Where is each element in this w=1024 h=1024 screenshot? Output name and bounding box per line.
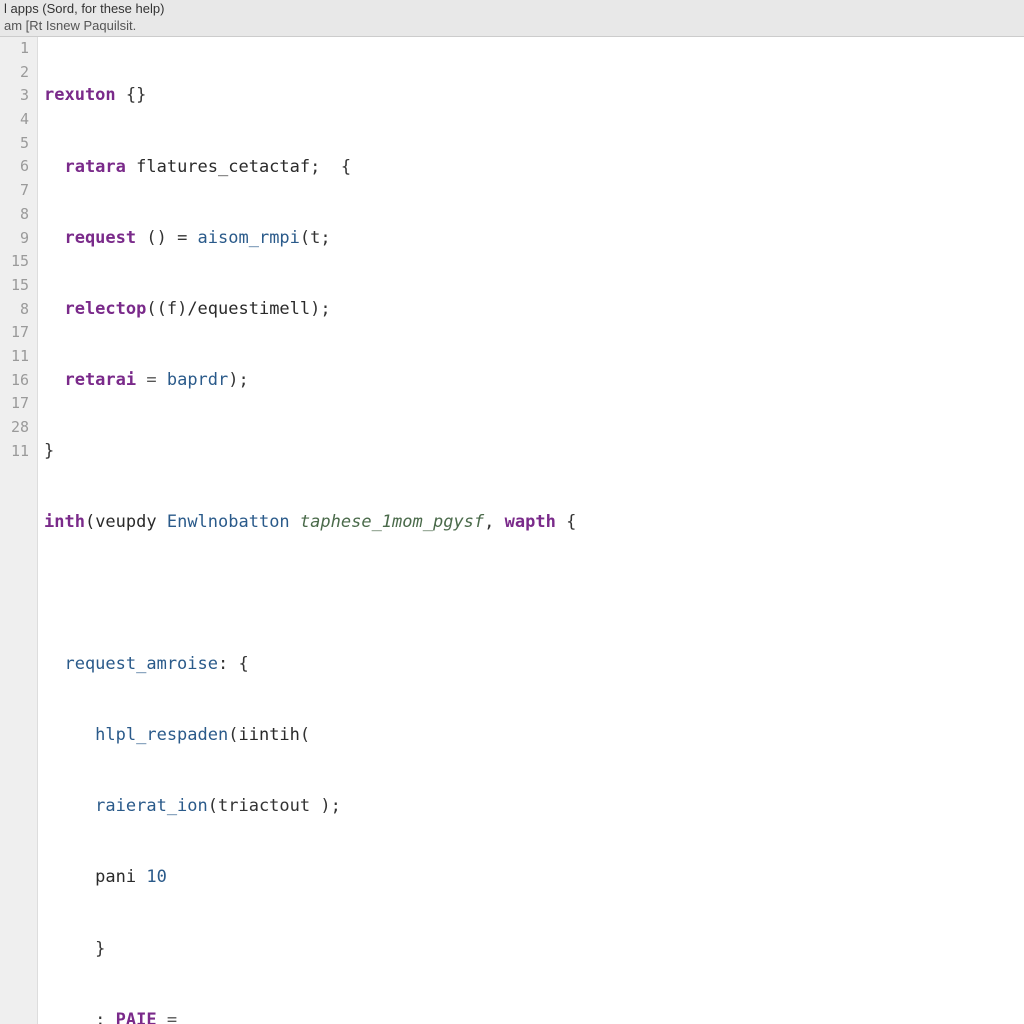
code-line[interactable]: request_amroise: { — [44, 653, 1024, 677]
editor-window: l apps (Sord, for these help) am [Rt Isn… — [0, 0, 1024, 1024]
token-punct: ( — [300, 725, 310, 745]
token-fn: baprdr — [167, 370, 228, 390]
token-keyword: wapth — [505, 512, 556, 532]
code-line[interactable]: ratara flatures_cetactaf; { — [44, 156, 1024, 180]
menu-bar[interactable]: l apps (Sord, for these help) — [0, 0, 1024, 17]
token-ident: (veupdy — [85, 512, 167, 532]
token-punct: (triactout ); — [208, 796, 341, 816]
token-punct: ( — [228, 725, 238, 745]
code-area[interactable]: rexuton {} ratara flatures_cetactaf; { r… — [38, 37, 1024, 1024]
token-fn: hlpl_respaden — [44, 725, 228, 745]
code-line[interactable]: hlpl_respaden(iintih( — [44, 724, 1024, 748]
toolbar[interactable]: am [Rt Isnew Paquilsit. — [0, 17, 1024, 37]
token-punct: } — [44, 441, 54, 461]
code-line[interactable] — [44, 582, 1024, 606]
token-op: = — [136, 370, 167, 390]
token-ident: /equestimell — [187, 299, 310, 319]
token-keyword: retarai — [44, 370, 136, 390]
line-number: 4 — [0, 108, 29, 132]
code-editor[interactable]: 1 2 3 4 5 6 7 8 9 15 15 8 17 11 16 17 28… — [0, 37, 1024, 1024]
code-line[interactable]: retarai = baprdr); — [44, 369, 1024, 393]
line-number: 11 — [0, 345, 29, 369]
token-punct: () = — [136, 228, 197, 248]
code-line[interactable]: pani 10 — [44, 866, 1024, 890]
line-number: 1 — [0, 37, 29, 61]
token-ident: pani — [44, 867, 146, 887]
code-line[interactable]: request () = aisom_rmpi(t; — [44, 227, 1024, 251]
token-punct: ; — [44, 1010, 116, 1024]
token-ident — [290, 512, 300, 532]
token-keyword: PAIE — [116, 1010, 157, 1024]
token-punct: ); — [310, 299, 330, 319]
line-number: 6 — [0, 155, 29, 179]
token-punct: ((f) — [146, 299, 187, 319]
token-punct: {} — [116, 85, 147, 105]
code-line[interactable]: ; PAIE = — [44, 1009, 1024, 1024]
token-fn: Enwlnobatton — [167, 512, 290, 532]
menu-bar-text: l apps (Sord, for these help) — [4, 1, 164, 16]
line-number: 11 — [0, 440, 29, 464]
token-type: taphese_1mom_pgysf — [300, 512, 484, 532]
line-number: 28 — [0, 416, 29, 440]
token-punct: { — [556, 512, 576, 532]
line-number: 17 — [0, 321, 29, 345]
token-keyword: relectop — [44, 299, 146, 319]
line-number: 8 — [0, 298, 29, 322]
code-line[interactable]: rexuton {} — [44, 84, 1024, 108]
line-number: 17 — [0, 392, 29, 416]
code-line[interactable]: } — [44, 938, 1024, 962]
line-number: 5 — [0, 132, 29, 156]
line-number: 16 — [0, 369, 29, 393]
line-number-gutter: 1 2 3 4 5 6 7 8 9 15 15 8 17 11 16 17 28… — [0, 37, 38, 1024]
token-number: 10 — [146, 867, 166, 887]
token-keyword: request — [44, 228, 136, 248]
line-number: 15 — [0, 250, 29, 274]
code-line[interactable]: raierat_ion(triactout ); — [44, 795, 1024, 819]
line-number: 15 — [0, 274, 29, 298]
token-punct: ; { — [310, 157, 351, 177]
code-line[interactable]: inth(veupdy Enwlnobatton taphese_1mom_pg… — [44, 511, 1024, 535]
line-number: 3 — [0, 84, 29, 108]
token-punct: , — [484, 512, 504, 532]
token-punct: } — [44, 939, 105, 959]
line-number: 7 — [0, 179, 29, 203]
token-keyword: inth — [44, 512, 85, 532]
code-line[interactable]: } — [44, 440, 1024, 464]
token-ident: iintih — [238, 725, 299, 745]
token-fn: aisom_rmpi — [198, 228, 300, 248]
token-punct: : { — [218, 654, 249, 674]
line-number: 9 — [0, 227, 29, 251]
token-keyword: ratara — [44, 157, 126, 177]
token-op: = — [157, 1010, 177, 1024]
line-number: 2 — [0, 61, 29, 85]
line-number: 8 — [0, 203, 29, 227]
token-keyword: rexuton — [44, 85, 116, 105]
token-fn: request_amroise — [44, 654, 218, 674]
token-punct: ); — [228, 370, 248, 390]
token-fn: raierat_ion — [44, 796, 208, 816]
token-punct: (t; — [300, 228, 331, 248]
code-line[interactable]: relectop((f)/equestimell); — [44, 298, 1024, 322]
toolbar-text: am [Rt Isnew Paquilsit. — [4, 18, 136, 33]
token-ident: flatures_cetactaf — [126, 157, 310, 177]
